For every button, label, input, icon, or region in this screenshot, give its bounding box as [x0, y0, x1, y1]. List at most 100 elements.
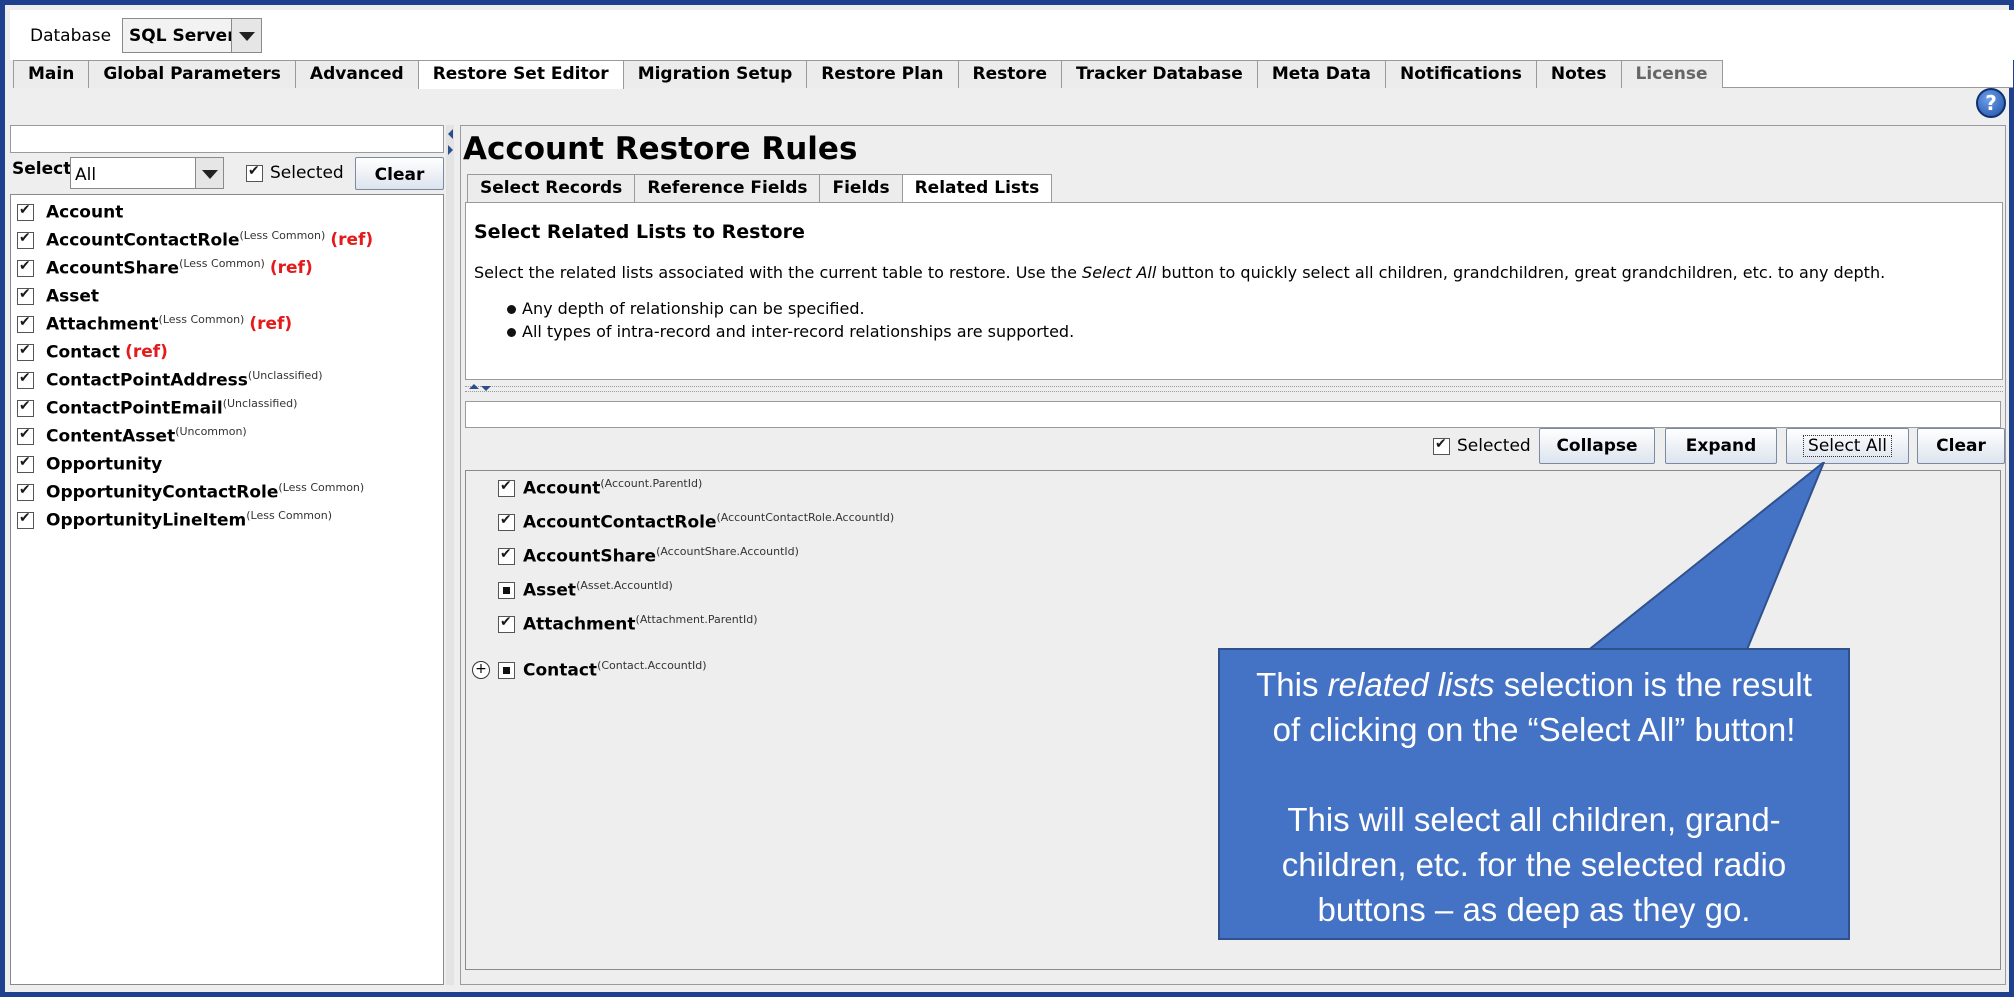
arrow-down-icon[interactable] [481, 386, 491, 391]
collapse-button[interactable]: Collapse [1539, 428, 1655, 464]
ref-tag: (ref) [125, 342, 168, 362]
arrow-up-icon[interactable] [469, 384, 479, 389]
tab-license[interactable]: License [1620, 60, 1723, 88]
tab-global-parameters[interactable]: Global Parameters [88, 60, 296, 88]
tab-select-records[interactable]: Select Records [467, 174, 636, 202]
item-checkbox[interactable] [17, 482, 34, 501]
list-item-label: AccountContactRole(Less Common) [46, 229, 326, 251]
list-item[interactable]: OpportunityContactRole(Less Common) [17, 478, 369, 506]
selected-label: Selected [1457, 436, 1531, 456]
table-search-input[interactable] [10, 125, 444, 153]
tree-item[interactable]: Attachment(Attachment.ParentId) [498, 611, 758, 637]
ref-tag: (ref) [330, 230, 374, 250]
tab-related-lists[interactable]: Related Lists [901, 174, 1053, 202]
expand-right-icon[interactable] [448, 145, 453, 155]
list-item-label: Attachment(Less Common) [46, 313, 245, 335]
tree-item[interactable]: AccountContactRole(AccountContactRole.Ac… [498, 509, 894, 535]
list-item[interactable]: AccountContactRole(Less Common)(ref) [17, 226, 373, 254]
tab-reference-fields[interactable]: Reference Fields [634, 174, 821, 202]
item-checkbox[interactable] [17, 202, 34, 221]
list-item[interactable]: ContentAsset(Uncommon) [17, 422, 252, 450]
item-checkbox[interactable] [498, 546, 515, 565]
expand-button[interactable]: Expand [1665, 428, 1777, 464]
list-item-label: AccountShare(Less Common) [46, 257, 265, 279]
table-list-panel: Select: All Selected Clear Account Accou… [10, 125, 444, 985]
item-checkbox[interactable] [498, 661, 515, 679]
item-checkbox[interactable] [17, 314, 34, 333]
tree-item[interactable]: AccountShare(AccountShare.AccountId) [498, 543, 799, 569]
bullet-item: Any depth of relationship can be specifi… [507, 299, 865, 318]
tab-restore-plan[interactable]: Restore Plan [806, 60, 959, 88]
main-tabs: Main Global Parameters Advanced Restore … [13, 60, 2013, 89]
item-checkbox[interactable] [17, 398, 34, 417]
select-filter-dropdown[interactable]: All [70, 157, 224, 189]
ref-tag: (ref) [269, 258, 313, 278]
callout-text-line: This related lists selection is the resu… [1256, 666, 1812, 703]
database-label: Database [30, 26, 112, 46]
list-item[interactable]: Attachment(Less Common)(ref) [17, 310, 292, 338]
list-item-label: ContactPointAddress(Unclassified) [46, 369, 323, 391]
list-item[interactable]: OpportunityLineItem(Less Common) [17, 506, 337, 534]
list-item[interactable]: ContactPointEmail(Unclassified) [17, 394, 302, 422]
item-checkbox[interactable] [498, 581, 515, 599]
clear-button[interactable]: Clear [355, 157, 444, 190]
list-item[interactable]: Contact(ref) [17, 338, 168, 366]
tab-restore-set-editor[interactable]: Restore Set Editor [417, 60, 624, 89]
item-checkbox[interactable] [17, 258, 34, 277]
ref-tag: (ref) [249, 314, 293, 334]
select-all-button[interactable]: Select All [1786, 428, 1909, 464]
tab-notifications[interactable]: Notifications [1384, 60, 1537, 88]
item-checkbox[interactable] [17, 370, 34, 389]
tab-notes[interactable]: Notes [1535, 60, 1622, 88]
item-checkbox[interactable] [17, 230, 34, 249]
selected-checkbox[interactable] [1433, 436, 1450, 455]
item-checkbox[interactable] [17, 510, 34, 529]
database-select[interactable]: SQL Server [122, 18, 262, 53]
list-item-label: OpportunityLineItem(Less Common) [46, 509, 333, 531]
table-list: Account AccountContactRole(Less Common)(… [10, 194, 444, 985]
tab-main[interactable]: Main [13, 60, 90, 88]
description-title: Select Related Lists to Restore [474, 221, 805, 243]
selected-label: Selected [270, 163, 344, 183]
related-search-input[interactable] [465, 401, 2001, 428]
item-checkbox[interactable] [17, 454, 34, 473]
split-divider[interactable] [465, 386, 2003, 392]
callout-pointer [1586, 462, 1826, 652]
item-checkbox[interactable] [498, 512, 515, 531]
tab-tracker-database[interactable]: Tracker Database [1061, 60, 1258, 88]
list-item[interactable]: AccountShare(Less Common)(ref) [17, 254, 313, 282]
database-bar: Database SQL Server [10, 10, 2014, 60]
tab-migration-setup[interactable]: Migration Setup [622, 60, 808, 88]
chevron-down-icon[interactable] [231, 19, 261, 52]
list-item[interactable]: Opportunity [17, 450, 167, 478]
tree-item[interactable]: Account(Account.ParentId) [498, 475, 702, 501]
tree-item[interactable]: Asset(Asset.AccountId) [498, 577, 673, 603]
clear-button[interactable]: Clear [1917, 428, 2005, 464]
expand-node-icon[interactable]: + [472, 661, 490, 679]
item-checkbox[interactable] [17, 342, 34, 361]
list-item[interactable]: Account [17, 198, 128, 226]
tree-item[interactable]: Contact(Contact.AccountId) [498, 657, 707, 683]
selected-checkbox[interactable] [246, 163, 263, 182]
list-item[interactable]: ContactPointAddress(Unclassified) [17, 366, 328, 394]
help-icon[interactable]: ? [1976, 88, 2006, 118]
chevron-down-icon[interactable] [195, 158, 223, 188]
tree-item-label: AccountShare(AccountShare.AccountId) [523, 545, 799, 567]
tab-fields[interactable]: Fields [819, 174, 903, 202]
tab-advanced[interactable]: Advanced [294, 60, 419, 88]
collapse-left-icon[interactable] [448, 129, 453, 139]
tab-restore[interactable]: Restore [957, 60, 1062, 88]
tree-item-label: AccountContactRole(AccountContactRole.Ac… [523, 511, 895, 533]
tree-item-label: Contact(Contact.AccountId) [523, 659, 707, 681]
list-item[interactable]: Asset [17, 282, 104, 310]
tab-meta-data[interactable]: Meta Data [1256, 60, 1386, 88]
item-checkbox[interactable] [498, 478, 515, 497]
item-checkbox[interactable] [17, 426, 34, 445]
database-select-value: SQL Server [129, 26, 236, 46]
callout-text-line: This will select all children, grand- [1287, 801, 1781, 838]
panel-splitter[interactable] [446, 125, 454, 985]
description-box: Select Related Lists to Restore Select t… [465, 202, 2003, 380]
item-checkbox[interactable] [498, 614, 515, 633]
item-checkbox[interactable] [17, 286, 34, 305]
callout-text-line: children, etc. for the selected radio [1281, 846, 1787, 883]
